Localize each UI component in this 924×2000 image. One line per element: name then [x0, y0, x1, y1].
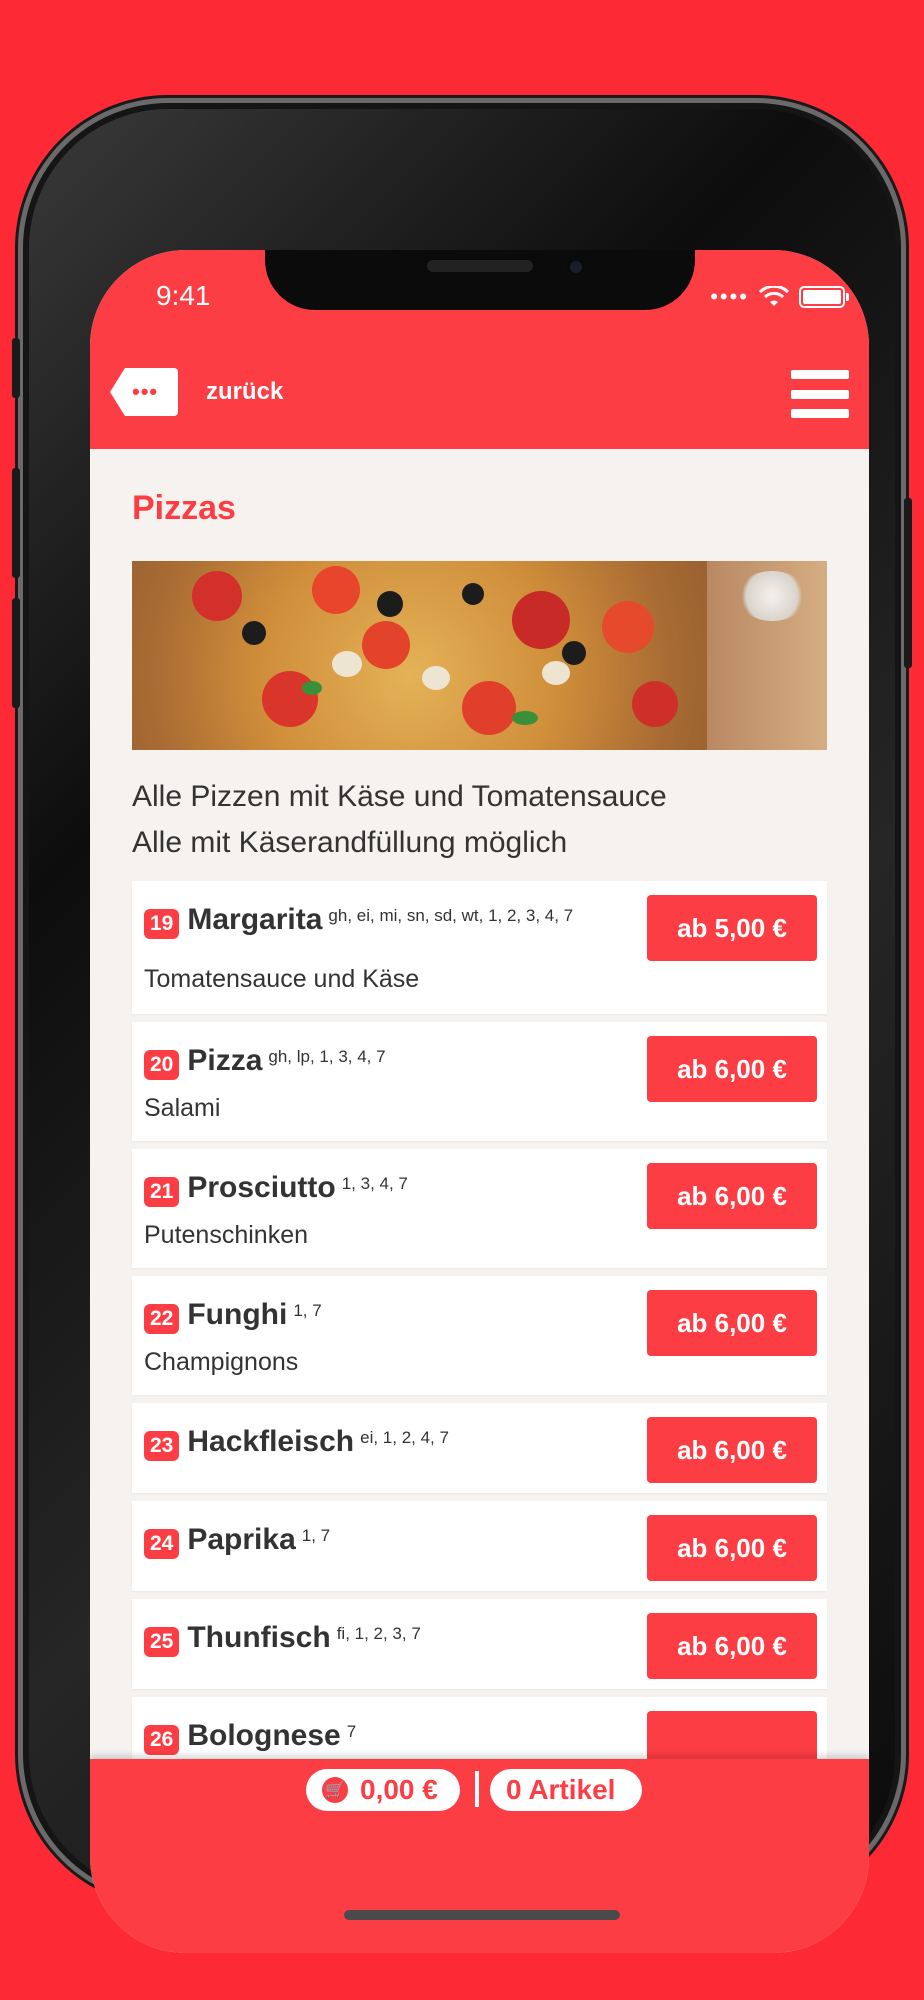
pizza-photo: [132, 561, 827, 750]
product-item[interactable]: 20 Pizza gh, lp, 1, 3, 4, 7 Salami ab 6,0…: [132, 1022, 827, 1141]
hamburger-menu-icon[interactable]: [791, 370, 849, 418]
ellipsis-tag-icon: •••: [110, 368, 178, 416]
product-number-badge: 24: [144, 1529, 180, 1559]
product-name: Thunfisch: [187, 1621, 331, 1654]
product-name: Margarita: [187, 903, 323, 936]
product-item[interactable]: 22 Funghi 1, 7 Champignons ab 6,00 €: [132, 1276, 827, 1395]
product-allergens: 1, 3, 4, 7: [341, 1174, 408, 1193]
product-name: Paprika: [187, 1523, 296, 1556]
product-item[interactable]: 21 Prosciutto 1, 3, 4, 7 Putenschinken ab…: [132, 1149, 827, 1268]
price-button[interactable]: ab 5,00 €: [647, 895, 817, 961]
volume-down-button: [12, 598, 20, 708]
home-indicator[interactable]: [344, 1910, 620, 1920]
cart-articles-button[interactable]: 0 Artikel: [490, 1769, 642, 1811]
price-button[interactable]: ab 6,00 €: [647, 1036, 817, 1102]
notch: [265, 250, 695, 310]
volume-up-button: [12, 468, 20, 578]
product-item[interactable]: 24 Paprika 1, 7 ab 6,00 €: [132, 1501, 827, 1591]
product-name: Funghi: [187, 1298, 288, 1331]
cart-bar: 🛒 0,00 € 0 Artikel: [90, 1759, 869, 1953]
product-number-badge: 25: [144, 1627, 180, 1657]
price-button[interactable]: ab 6,00 €: [647, 1613, 817, 1679]
price-button[interactable]: [647, 1711, 817, 1759]
cart-separator: [475, 1771, 479, 1807]
product-allergens: gh, lp, 1, 3, 4, 7: [268, 1047, 386, 1066]
product-number-badge: 22: [144, 1304, 180, 1334]
price-button[interactable]: ab 6,00 €: [647, 1515, 817, 1581]
product-item[interactable]: 25 Thunfisch fi, 1, 2, 3, 7 ab 6,00 €: [132, 1599, 827, 1689]
phone-frame: 9:41 •••• ••• zurück Pizzas Alle Pizzen …: [12, 98, 912, 1953]
product-allergens: 7: [346, 1722, 357, 1741]
wifi-icon: [759, 286, 789, 306]
product-list: 19 Margarita gh, ei, mi, sn, sd, wt, 1, 2…: [132, 881, 827, 1759]
power-button: [904, 498, 912, 668]
back-button[interactable]: ••• zurück: [110, 368, 283, 416]
product-name: Bolognese: [187, 1719, 341, 1752]
battery-icon: [799, 286, 849, 308]
price-button[interactable]: ab 6,00 €: [647, 1290, 817, 1356]
product-allergens: 1, 7: [301, 1526, 331, 1545]
product-item[interactable]: 23 Hackfleisch ei, 1, 2, 4, 7 ab 6,00 €: [132, 1403, 827, 1493]
product-number-badge: 26: [144, 1725, 180, 1755]
product-item[interactable]: 19 Margarita gh, ei, mi, sn, sd, wt, 1, 2…: [132, 881, 827, 1014]
product-number-badge: 21: [144, 1177, 180, 1207]
signal-icon: ••••: [710, 284, 749, 309]
status-indicators: ••••: [710, 284, 849, 309]
product-name: Pizza: [187, 1044, 263, 1077]
shopping-cart-icon: 🛒: [322, 1777, 348, 1803]
category-description: Alle Pizzen mit Käse und Tomatensauce Al…: [132, 774, 667, 866]
product-number-badge: 19: [144, 909, 180, 939]
front-camera: [565, 256, 587, 278]
status-time: 9:41: [156, 280, 211, 311]
category-title: Pizzas: [132, 489, 236, 527]
product-allergens: ei, 1, 2, 4, 7: [360, 1428, 449, 1447]
menu-content[interactable]: Pizzas Alle Pizzen mit Käse und Tomatens…: [90, 449, 869, 1759]
category-description-line-1: Alle Pizzen mit Käse und Tomatensauce: [132, 780, 667, 813]
product-number-badge: 23: [144, 1431, 180, 1461]
product-name: Hackfleisch: [187, 1425, 355, 1458]
cart-total-button[interactable]: 🛒 0,00 €: [306, 1769, 460, 1811]
category-description-line-2: Alle mit Käserandfüllung möglich: [132, 826, 568, 859]
price-button[interactable]: ab 6,00 €: [647, 1417, 817, 1483]
product-allergens: gh, ei, mi, sn, sd, wt, 1, 2, 3, 4, 7: [328, 906, 574, 925]
cart-total: 0,00 €: [360, 1774, 438, 1805]
price-button[interactable]: ab 6,00 €: [647, 1163, 817, 1229]
product-name: Prosciutto: [187, 1171, 336, 1204]
product-item[interactable]: 26 Bolognese 7: [132, 1697, 827, 1759]
product-description: Tomatensauce und Käse: [144, 965, 420, 993]
product-number-badge: 20: [144, 1050, 180, 1080]
screen: 9:41 •••• ••• zurück Pizzas Alle Pizzen …: [90, 250, 869, 1953]
back-label: zurück: [206, 378, 284, 405]
product-allergens: fi, 1, 2, 3, 7: [336, 1624, 421, 1643]
silent-switch: [12, 338, 20, 398]
speaker: [427, 260, 533, 272]
cart-articles: 0 Artikel: [506, 1774, 616, 1805]
product-allergens: 1, 7: [293, 1301, 322, 1320]
